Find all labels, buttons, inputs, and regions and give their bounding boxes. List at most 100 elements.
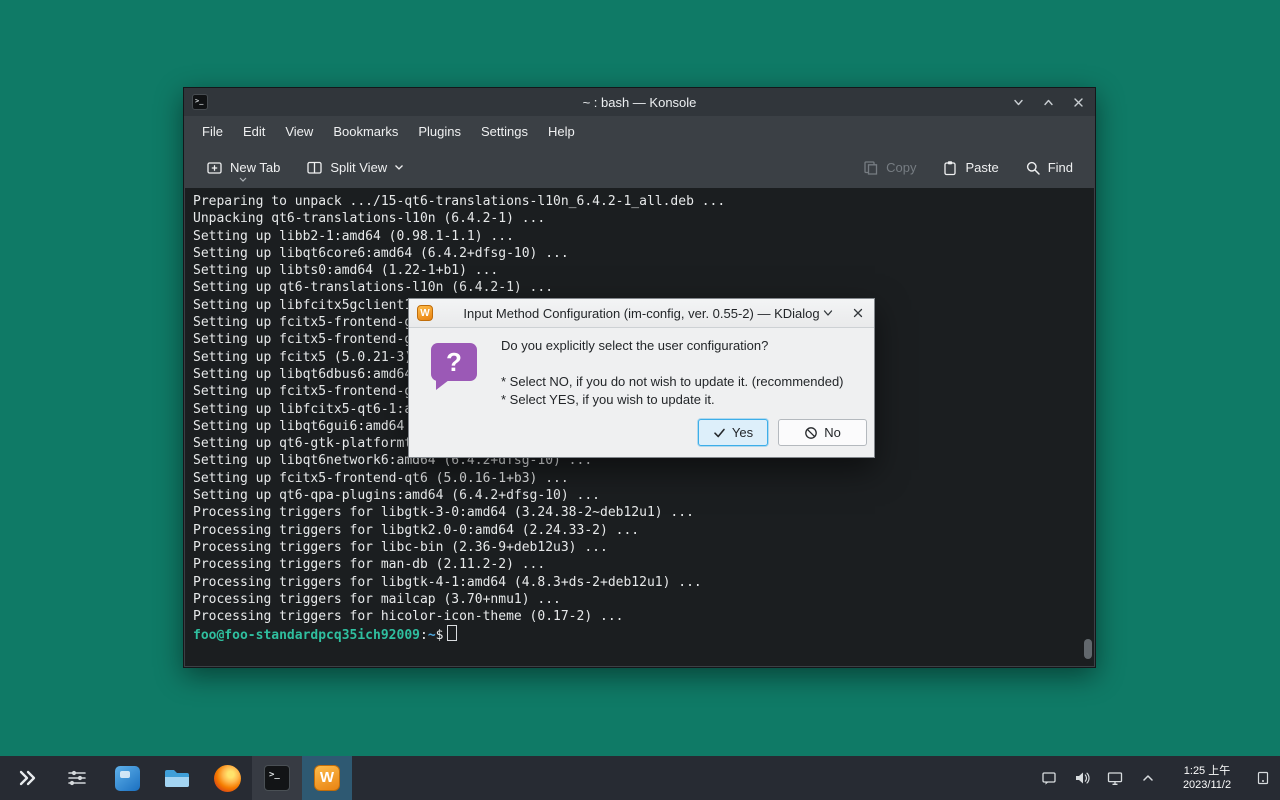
paste-label: Paste [965, 160, 998, 175]
new-tab-button[interactable]: New Tab [198, 153, 288, 182]
dialog-note-no: * Select NO, if you do not wish to updat… [501, 374, 844, 389]
maximize-button[interactable] [1037, 91, 1059, 113]
scrollbar-thumb[interactable] [1084, 639, 1092, 659]
terminal-line: Processing triggers for libgtk-3-0:amd64… [193, 504, 1086, 521]
tray-expander-button[interactable] [1136, 763, 1160, 793]
new-tab-icon [206, 159, 223, 176]
notification-icon [1040, 769, 1058, 787]
kdialog-close-button[interactable] [848, 303, 868, 323]
notifications-tray-button[interactable] [1037, 763, 1061, 793]
pager-icon [115, 766, 140, 791]
window-menu-button[interactable] [818, 303, 838, 323]
firefox-icon [214, 765, 241, 792]
task-kdialog[interactable]: W [302, 756, 352, 800]
paste-icon [942, 160, 958, 176]
menu-bookmarks[interactable]: Bookmarks [323, 120, 408, 143]
paste-button[interactable]: Paste [934, 154, 1006, 182]
konsole-titlebar[interactable]: >_ ~ : bash — Konsole [184, 88, 1095, 116]
new-tab-label: New Tab [230, 160, 280, 175]
prompt-symbol: $ [436, 628, 444, 643]
chevron-up-icon [1042, 96, 1055, 109]
terminal-line: Unpacking qt6-translations-l10n (6.4.2-1… [193, 210, 1086, 227]
split-view-icon [306, 159, 323, 176]
sliders-icon [65, 766, 89, 790]
close-button[interactable] [1067, 91, 1089, 113]
no-button-label: No [824, 425, 841, 440]
app-launcher-button[interactable] [2, 756, 52, 800]
volume-icon [1073, 769, 1091, 787]
konsole-window-title: ~ : bash — Konsole [184, 95, 1095, 110]
cancel-icon [804, 426, 818, 440]
file-manager-button[interactable] [152, 756, 202, 800]
split-view-button[interactable]: Split View [298, 153, 412, 182]
chevron-down-icon [822, 307, 834, 319]
show-desktop-icon [1255, 770, 1271, 786]
menu-plugins[interactable]: Plugins [408, 120, 471, 143]
terminal-line: Processing triggers for man-db (2.11.2-2… [193, 556, 1086, 573]
terminal-line: Setting up libb2-1:amd64 (0.98.1-1.1) ..… [193, 228, 1086, 245]
pager-button[interactable] [102, 756, 152, 800]
chevron-down-icon [1012, 96, 1025, 109]
kdialog-body: ? Do you explicitly select the user conf… [409, 327, 874, 457]
show-desktop-button[interactable] [1254, 758, 1272, 798]
taskbar: >_ W 1:25 上午 2023/11/2 [0, 756, 1280, 800]
konsole-menubar: File Edit View Bookmarks Plugins Setting… [184, 116, 1095, 147]
terminal-line: Processing triggers for mailcap (3.70+nm… [193, 591, 1086, 608]
terminal-cursor [447, 625, 457, 641]
copy-icon [863, 160, 879, 176]
terminal-line: Setting up libts0:amd64 (1.22-1+b1) ... [193, 262, 1086, 279]
menu-help[interactable]: Help [538, 120, 585, 143]
task-konsole[interactable]: >_ [252, 756, 302, 800]
folder-icon [163, 766, 191, 790]
question-icon: ? [431, 343, 477, 381]
taskbar-right: 1:25 上午 2023/11/2 [1037, 756, 1280, 800]
find-label: Find [1048, 160, 1073, 175]
desktop[interactable]: >_ ~ : bash — Konsole File Edit View Boo… [0, 0, 1280, 800]
menu-file[interactable]: File [192, 120, 233, 143]
display-icon [1106, 769, 1124, 787]
window-controls [1007, 91, 1089, 113]
copy-button[interactable]: Copy [855, 154, 924, 182]
terminal-line: Setting up libqt6core6:amd64 (6.4.2+dfsg… [193, 245, 1086, 262]
close-icon [1072, 96, 1085, 109]
kdialog-window: W Input Method Configuration (im-config,… [408, 298, 875, 458]
display-tray-button[interactable] [1103, 763, 1127, 793]
terminal-line: Setting up qt6-translations-l10n (6.4.2-… [193, 279, 1086, 296]
clock-date: 2023/11/2 [1169, 778, 1245, 792]
volume-tray-button[interactable] [1070, 763, 1094, 793]
chevron-up-icon [1140, 770, 1156, 786]
copy-label: Copy [886, 160, 916, 175]
terminal-line: Setting up fcitx5-frontend-qt6 (5.0.16-1… [193, 470, 1086, 487]
prompt-user-host: foo@foo-standardpcq35ich92009 [193, 628, 420, 643]
dialog-note-yes: * Select YES, if you wish to update it. [501, 392, 715, 407]
yes-button[interactable]: Yes [698, 419, 768, 446]
menu-edit[interactable]: Edit [233, 120, 275, 143]
menu-view[interactable]: View [275, 120, 323, 143]
firefox-button[interactable] [202, 756, 252, 800]
search-icon [1025, 160, 1041, 176]
menu-settings[interactable]: Settings [471, 120, 538, 143]
kdialog-titlebar[interactable]: W Input Method Configuration (im-config,… [409, 299, 874, 328]
yes-button-label: Yes [732, 425, 753, 440]
prompt-path: ~ [428, 628, 436, 643]
terminal-line: Processing triggers for libgtk-4-1:amd64… [193, 574, 1086, 591]
task-manager-settings-button[interactable] [52, 756, 102, 800]
terminal-line: Preparing to unpack .../15-qt6-translati… [193, 193, 1086, 210]
clock[interactable]: 1:25 上午 2023/11/2 [1169, 763, 1245, 793]
terminal-line: Processing triggers for libgtk2.0-0:amd6… [193, 522, 1086, 539]
terminal-prompt-line: foo@foo-standardpcq35ich92009:~$ [193, 625, 1086, 642]
check-icon [713, 427, 726, 439]
prompt-separator: : [420, 628, 428, 643]
find-button[interactable]: Find [1017, 154, 1081, 182]
minimize-button[interactable] [1007, 91, 1029, 113]
launcher-icon [15, 766, 39, 790]
chevron-down-icon [394, 164, 404, 171]
no-button[interactable]: No [778, 419, 867, 446]
kdialog-icon: W [314, 765, 340, 791]
konsole-toolbar: New Tab Split View Copy Paste Find [184, 147, 1095, 188]
konsole-icon: >_ [264, 765, 290, 791]
kdialog-app-icon: W [417, 305, 433, 321]
terminal-scrollbar[interactable] [1084, 192, 1092, 661]
terminal-line: Processing triggers for hicolor-icon-the… [193, 608, 1086, 625]
dialog-question: Do you explicitly select the user config… [501, 338, 768, 353]
